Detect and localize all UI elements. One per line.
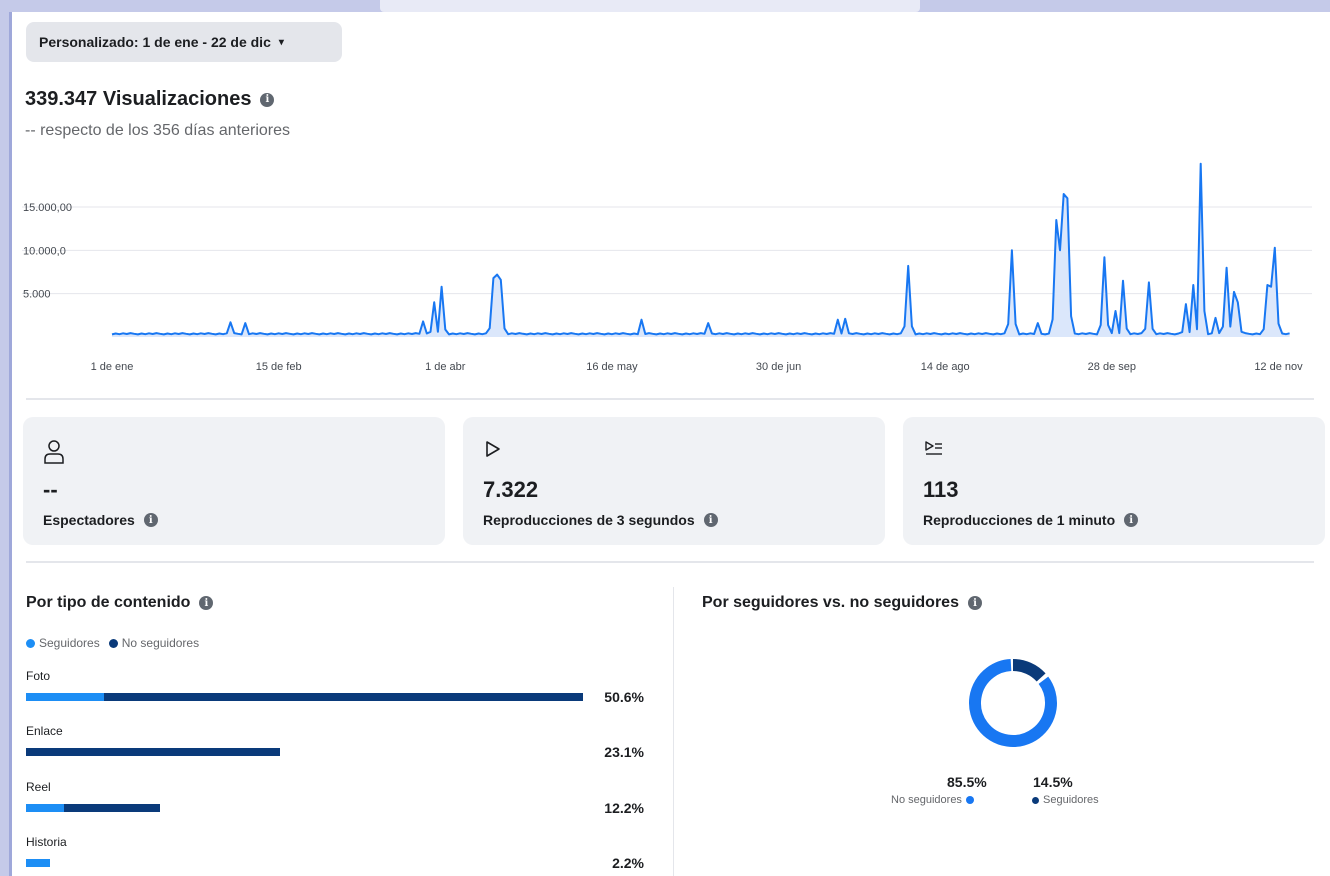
bar-category-label: Enlace — [26, 724, 63, 738]
bar-segment-non-followers — [26, 748, 281, 756]
info-icon[interactable]: i — [967, 596, 982, 610]
person-icon — [44, 440, 64, 464]
donut-label-text: Seguidores — [1043, 794, 1099, 806]
info-icon[interactable]: i — [260, 92, 275, 107]
x-tick-label: 28 de sep — [1088, 361, 1136, 373]
legend-dot — [108, 638, 118, 648]
playlist-icon — [925, 441, 942, 455]
metric-card-1min-plays: 113 Reproducciones de 1 minuto i — [903, 417, 1325, 545]
metric-label-text: Reproducciones de 1 minuto — [923, 512, 1116, 528]
x-tick-label: 1 de ene — [91, 361, 134, 373]
legend-dot — [1032, 796, 1039, 804]
play-icon — [486, 441, 500, 457]
divider — [26, 561, 1314, 563]
y-tick-label: 10.000,0 — [23, 245, 66, 257]
info-icon[interactable]: i — [703, 513, 718, 527]
donut-value-followers: 14.5% — [1033, 774, 1073, 790]
metric-label-text: Reproducciones de 3 segundos — [483, 512, 695, 528]
followers-donut-chart — [969, 659, 1057, 747]
chart-legend: Seguidores No seguidores — [26, 636, 208, 650]
divider — [26, 398, 1314, 400]
bar-track — [26, 804, 161, 812]
bar-segment-followers — [26, 693, 104, 701]
x-tick-label: 1 de abr — [425, 361, 466, 373]
bar-category-label: Historia — [26, 835, 67, 849]
bar-segment-non-followers — [63, 804, 161, 812]
legend-label: No seguidores — [121, 636, 200, 650]
views-chart: 5.000 10.000,0 15.000,00 1 de ene 15 de feb 1… — [22, 162, 1312, 373]
metric-value: 7.322 — [483, 477, 539, 502]
bar-category-label: Foto — [26, 669, 51, 683]
x-tick-label: 30 de jun — [756, 361, 801, 373]
top-tab-strip — [380, 0, 920, 12]
donut-label-followers: Seguidores — [1032, 794, 1099, 806]
info-icon[interactable]: i — [143, 513, 158, 527]
vertical-divider — [673, 587, 674, 876]
comparison-text: -- respecto de los 356 días anteriores — [25, 122, 291, 139]
donut-label-no-followers: No seguidores — [891, 794, 974, 806]
metric-label: Reproducciones de 1 minuto i — [923, 512, 1139, 528]
metric-value: 113 — [923, 477, 959, 502]
legend-item-followers: Seguidores — [26, 636, 100, 650]
legend-item-non-followers: No seguidores — [108, 636, 200, 650]
bar-category-label: Reel — [26, 780, 51, 794]
date-range-label: Personalizado: 1 de ene - 22 de dic — [39, 34, 271, 50]
metric-label: Reproducciones de 3 segundos i — [483, 512, 718, 528]
bar-percentage: 12.2% — [604, 800, 644, 816]
date-range-dropdown[interactable]: Personalizado: 1 de ene - 22 de dic ▾ — [26, 22, 342, 62]
metric-label-text: Espectadores — [43, 512, 135, 528]
page-title: 339.347 Visualizaciones i — [25, 88, 275, 111]
donut-label-text: No seguidores — [891, 794, 962, 806]
bar-track — [26, 748, 281, 756]
section-title-text: Por tipo de contenido — [26, 594, 191, 611]
metric-card-3s-plays: 7.322 Reproducciones de 3 segundos i — [463, 417, 885, 545]
chart-line — [111, 162, 1290, 336]
bar-track — [26, 693, 583, 701]
info-icon[interactable]: i — [199, 596, 214, 610]
metric-label: Espectadores i — [43, 512, 158, 528]
x-tick-label: 16 de may — [586, 361, 638, 373]
legend-dot — [26, 638, 35, 648]
x-tick-label: 14 de ago — [921, 361, 970, 373]
section-title-followers-split: Por seguidores vs. no seguidores i — [702, 594, 982, 612]
bar-segment-non-followers — [103, 693, 583, 701]
info-icon[interactable]: i — [1124, 513, 1139, 527]
bar-percentage: 2.2% — [612, 855, 644, 871]
y-tick-label: 15.000,00 — [23, 202, 72, 214]
bar-percentage: 50.6% — [604, 689, 644, 705]
metric-card-viewers: -- Espectadores i — [23, 417, 445, 545]
legend-label: Seguidores — [39, 636, 100, 650]
metric-value: -- — [43, 477, 58, 502]
bar-segment-followers — [26, 804, 64, 812]
x-tick-label: 15 de feb — [256, 361, 302, 373]
legend-dot — [965, 796, 974, 804]
donut-value-no-followers: 85.5% — [947, 774, 987, 790]
x-tick-label: 12 de nov — [1254, 361, 1303, 373]
section-title-content-type: Por tipo de contenido i — [26, 594, 214, 612]
bar-track — [26, 859, 51, 867]
views-total: 339.347 Visualizaciones — [25, 88, 252, 110]
insights-panel: Personalizado: 1 de ene - 22 de dic ▾ 33… — [9, 12, 1330, 876]
bar-segment-followers — [26, 859, 51, 867]
chevron-down-icon: ▾ — [278, 36, 284, 48]
section-title-text: Por seguidores vs. no seguidores — [702, 594, 959, 611]
y-tick-label: 5.000 — [23, 289, 51, 301]
bar-percentage: 23.1% — [604, 744, 644, 760]
